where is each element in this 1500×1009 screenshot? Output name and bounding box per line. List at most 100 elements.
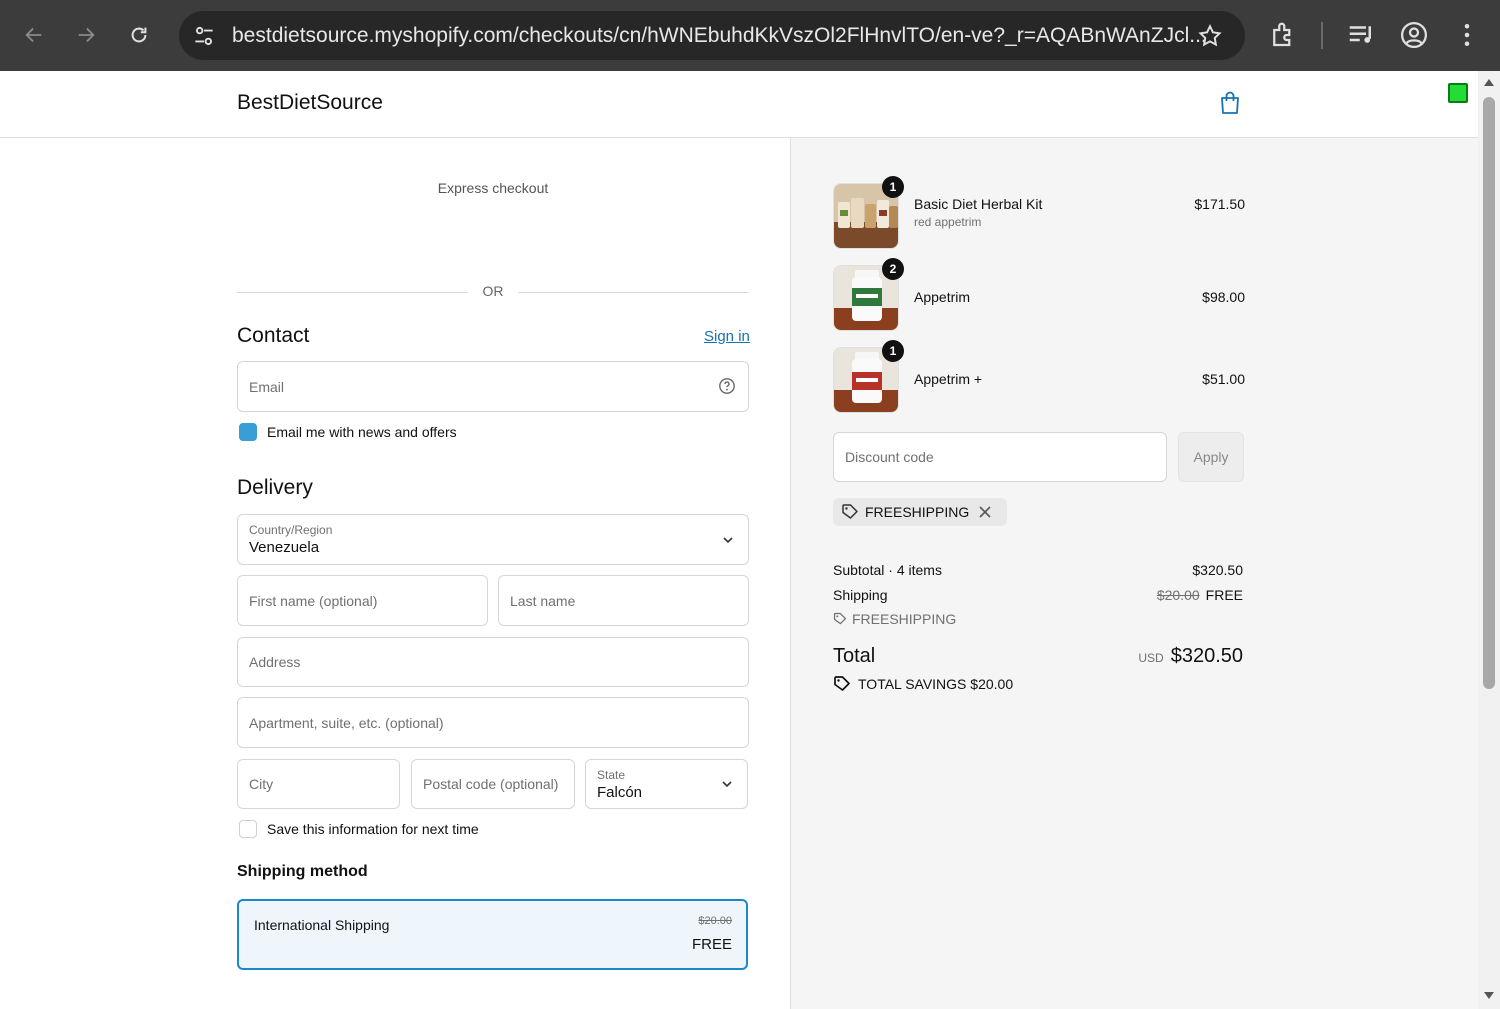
- contact-heading: Contact: [237, 324, 310, 347]
- state-label: State: [597, 768, 626, 782]
- sign-in-link[interactable]: Sign in: [704, 328, 750, 345]
- state-select[interactable]: State Falcón: [585, 759, 748, 809]
- help-icon[interactable]: [718, 377, 736, 395]
- checkout-header: BestDietSource: [0, 71, 1478, 138]
- product-price: $98.00: [1202, 289, 1245, 305]
- country-value: Venezuela: [249, 539, 320, 556]
- total-savings-label: TOTAL SAVINGS: [858, 676, 967, 692]
- checkout-page: BestDietSource Express checkout OR Conta…: [0, 71, 1478, 1009]
- product-price: $171.50: [1194, 196, 1245, 212]
- shipping-option-international[interactable]: International Shipping $20.00 FREE: [237, 899, 748, 970]
- site-settings-icon[interactable]: [191, 23, 217, 49]
- currency-code: USD: [1138, 651, 1164, 665]
- postal-code-field[interactable]: Postal code (optional): [411, 759, 575, 809]
- store-name[interactable]: BestDietSource: [237, 91, 383, 115]
- status-indicator: [1448, 83, 1468, 103]
- newsletter-checkbox[interactable]: [239, 423, 257, 441]
- scrollbar-thumb[interactable]: [1483, 97, 1495, 689]
- quantity-badge: 2: [882, 258, 904, 280]
- forward-button[interactable]: [65, 14, 107, 56]
- total-value: $320.50: [1170, 645, 1243, 667]
- shipping-option-price: FREE: [691, 936, 732, 953]
- shopping-bag-icon[interactable]: [1218, 90, 1242, 116]
- scroll-up-icon[interactable]: [1483, 77, 1495, 87]
- arrow-right-icon: [78, 27, 95, 43]
- or-separator: OR: [482, 283, 504, 299]
- last-name-field[interactable]: Last name: [498, 575, 749, 626]
- subtotal-value: $320.50: [1192, 562, 1243, 578]
- total-savings-value: $20.00: [970, 676, 1014, 692]
- checkout-form: Express checkout OR Contact Sign in Emai…: [0, 138, 790, 1009]
- reload-icon: [131, 27, 147, 43]
- scroll-down-icon[interactable]: [1483, 991, 1495, 1001]
- cart-item: 2 Appetrim $98.00: [833, 258, 1245, 331]
- apartment-placeholder: Apartment, suite, etc. (optional): [249, 714, 444, 731]
- shipping-option-name: International Shipping: [254, 917, 390, 933]
- product-name: Basic Diet Herbal Kit: [914, 196, 1043, 212]
- postal-code-placeholder: Postal code (optional): [423, 776, 559, 792]
- last-name-placeholder: Last name: [510, 592, 576, 609]
- extensions-icon[interactable]: [1268, 20, 1298, 50]
- close-icon[interactable]: [979, 506, 991, 518]
- first-name-field[interactable]: First name (optional): [237, 575, 488, 626]
- applied-discount-tag: FREESHIPPING: [833, 498, 1008, 526]
- newsletter-checkbox-row[interactable]: Email me with news and offers: [239, 423, 457, 441]
- reload-button[interactable]: [118, 14, 160, 56]
- quantity-badge: 1: [882, 340, 904, 362]
- chevron-down-icon: [722, 781, 732, 788]
- city-field[interactable]: City: [237, 759, 400, 809]
- cart-item: 1 Basic Diet Herbal Kit red appetrim $17…: [833, 176, 1245, 249]
- apartment-field[interactable]: Apartment, suite, etc. (optional): [237, 697, 749, 748]
- arrow-left-icon: [25, 27, 42, 43]
- address-placeholder: Address: [249, 654, 301, 670]
- address-bar[interactable]: bestdietsource.myshopify.com/checkouts/c…: [179, 11, 1245, 60]
- back-button[interactable]: [13, 14, 55, 56]
- chevron-down-icon: [723, 536, 733, 543]
- product-name: Appetrim +: [914, 371, 983, 387]
- country-select[interactable]: Country/Region Venezuela: [237, 514, 749, 565]
- product-variant: red appetrim: [914, 215, 982, 229]
- subtotal-label: Subtotal · 4 items: [833, 562, 942, 578]
- address-field[interactable]: Address: [237, 637, 749, 687]
- save-info-checkbox-row[interactable]: Save this information for next time: [239, 820, 479, 838]
- delivery-heading: Delivery: [237, 476, 313, 499]
- tag-icon: [834, 676, 850, 691]
- newsletter-label: Email me with news and offers: [267, 424, 457, 440]
- total-savings-row: TOTAL SAVINGS $20.00: [833, 675, 1013, 693]
- save-info-label: Save this information for next time: [267, 821, 479, 837]
- shipping-old-price: $20.00: [1156, 587, 1200, 603]
- shipping-label: Shipping: [833, 587, 888, 603]
- product-name: Appetrim: [914, 289, 971, 305]
- order-summary: 1 Basic Diet Herbal Kit red appetrim $17…: [790, 138, 1478, 1009]
- more-menu-icon[interactable]: [1452, 20, 1482, 50]
- first-name-placeholder: First name (optional): [249, 592, 378, 609]
- toolbar-divider: [1321, 22, 1323, 49]
- shipping-option-old-price: $20.00: [698, 915, 732, 927]
- total-label: Total: [833, 645, 876, 667]
- product-price: $51.00: [1202, 371, 1245, 387]
- email-field[interactable]: Email: [237, 361, 749, 412]
- state-value: Falcón: [597, 784, 643, 801]
- applied-discount-code: FREESHIPPING: [865, 504, 970, 520]
- shipping-value: FREE: [1205, 587, 1243, 603]
- profile-icon[interactable]: [1399, 20, 1429, 50]
- tag-icon: [842, 504, 858, 519]
- shipping-method-heading: Shipping method: [237, 863, 368, 880]
- page-scrollbar[interactable]: [1478, 71, 1500, 1009]
- save-info-checkbox[interactable]: [239, 820, 257, 838]
- url-text[interactable]: bestdietsource.myshopify.com/checkouts/c…: [232, 24, 1207, 48]
- tag-icon: [833, 612, 847, 625]
- media-control-icon[interactable]: [1346, 20, 1376, 50]
- shipping-discount-row: FREESHIPPING: [833, 611, 956, 627]
- apply-discount-button[interactable]: Apply: [1178, 432, 1244, 482]
- discount-code-field[interactable]: Discount code: [833, 432, 1167, 482]
- shipping-value-group: $20.00 FREE: [1157, 587, 1243, 603]
- shipping-discount-code: FREESHIPPING: [852, 611, 957, 627]
- star-icon[interactable]: [1197, 23, 1223, 49]
- divider: [237, 292, 468, 293]
- quantity-badge: 1: [882, 176, 904, 198]
- cart-item: 1 Appetrim + $51.00: [833, 340, 1245, 413]
- country-label: Country/Region: [249, 523, 333, 537]
- browser-toolbar: bestdietsource.myshopify.com/checkouts/c…: [0, 0, 1500, 71]
- email-placeholder: Email: [249, 378, 285, 395]
